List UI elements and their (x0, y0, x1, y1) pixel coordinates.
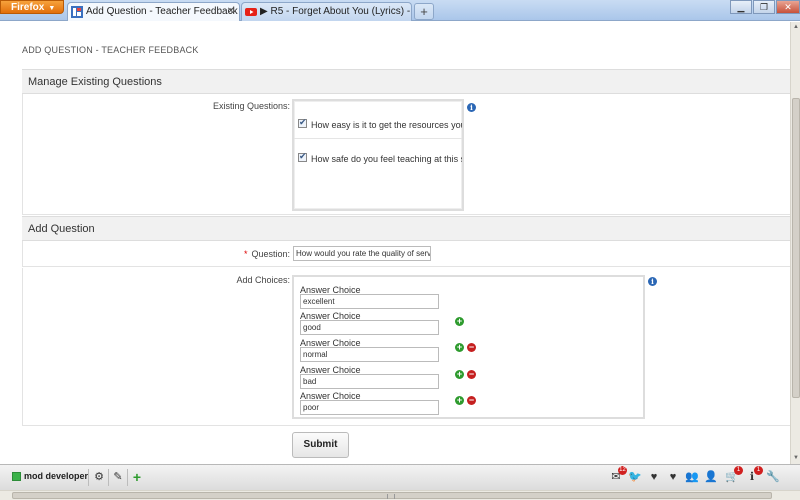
cart-icon[interactable]: 🛒 1 (725, 466, 743, 484)
answer-choice-input[interactable]: excellent (300, 294, 439, 309)
vertical-scroll-thumb[interactable] (792, 98, 800, 398)
toolbar-divider (88, 469, 89, 486)
question-checkbox[interactable] (298, 117, 307, 128)
horizontal-scrollbar[interactable] (0, 490, 800, 500)
new-tab-button[interactable]: + (414, 3, 434, 20)
cart-badge: 1 (734, 466, 743, 475)
page-title: ADD QUESTION - TEACHER FEEDBACK (22, 45, 199, 55)
toolbar-divider (108, 469, 109, 486)
edit-icon[interactable]: ✎ (111, 470, 125, 484)
chevron-down-icon: ▼ (48, 5, 56, 12)
twitter-icon[interactable]: 🐦 (628, 470, 642, 484)
user-icon[interactable]: 👤 (704, 470, 718, 484)
firefox-menu-button[interactable]: Firefox ▼ (0, 0, 64, 14)
horizontal-scroll-thumb[interactable] (12, 492, 772, 499)
plus-icon[interactable]: + (130, 470, 144, 484)
status-square-icon (12, 472, 21, 481)
messages-badge: 12 (618, 466, 627, 475)
heart-icon[interactable]: ♥ (647, 470, 661, 484)
page-viewport: ADD QUESTION - TEACHER FEEDBACK Manage E… (0, 22, 790, 464)
remove-choice-icon[interactable]: − (467, 396, 476, 405)
info-icon[interactable]: i (648, 277, 657, 286)
scroll-up-icon[interactable]: ▲ (792, 23, 800, 31)
youtube-favicon-icon (245, 8, 257, 16)
developer-module-label[interactable]: mod developer (24, 471, 88, 481)
add-choices-label: Add Choices: (236, 275, 290, 285)
tab-label: Add Question - Teacher Feedback (86, 6, 238, 17)
info-badge: 1 (754, 466, 763, 475)
existing-questions-list[interactable]: How easy is it to get the resources you … (292, 99, 464, 211)
submit-button[interactable]: Submit (292, 432, 349, 458)
scroll-down-icon[interactable]: ▼ (792, 454, 800, 462)
remove-choice-icon[interactable]: − (467, 370, 476, 379)
toolbar-divider (127, 469, 128, 486)
answer-choice-input[interactable]: bad (300, 374, 439, 389)
firefox-menu-label: Firefox (11, 2, 45, 13)
answer-choices-panel: Answer Choice excellent Answer Choice go… (292, 275, 645, 419)
vertical-scrollbar[interactable]: ▲ ▼ (790, 22, 800, 464)
question-label-text: Question: (251, 249, 290, 259)
developer-toolbar: mod developer ⚙ ✎ + ✉ 12 🐦 ♥ ♥ 👥 👤 🛒 1 ℹ1 … (0, 464, 800, 490)
list-item[interactable]: How easy is it to get the resources you … (294, 105, 462, 139)
gear-icon[interactable]: ⚙ (92, 470, 106, 484)
site-favicon-icon (71, 6, 83, 18)
group-icon[interactable]: 👥 (685, 470, 699, 484)
add-choice-icon[interactable]: + (455, 343, 464, 352)
question-text: How safe do you feel teaching at this sc… (311, 154, 462, 164)
add-choice-icon[interactable]: + (455, 317, 464, 326)
answer-choice-input[interactable]: poor (300, 400, 439, 415)
add-choice-icon[interactable]: + (455, 370, 464, 379)
minimize-window-button[interactable]: ▁ (730, 0, 752, 14)
mail-icon[interactable]: ✉ 12 (609, 466, 627, 484)
close-window-button[interactable]: ✕ (776, 0, 800, 14)
add-choice-icon[interactable]: + (455, 396, 464, 405)
question-text: How easy is it to get the resources you … (311, 120, 462, 130)
required-marker: * (243, 249, 248, 259)
close-tab-icon[interactable]: ✕ (227, 3, 235, 21)
answer-choice-input[interactable]: normal (300, 347, 439, 362)
info-icon[interactable]: i (467, 103, 476, 112)
restore-window-button[interactable]: ❐ (753, 0, 775, 14)
answer-choice-input[interactable]: good (300, 320, 439, 335)
tab-add-question[interactable]: Add Question - Teacher Feedback ✕ (67, 2, 240, 21)
scroll-grip (387, 494, 395, 499)
tab-youtube[interactable]: ▶ R5 - Forget About You (Lyrics) - Yo... (241, 2, 412, 21)
browser-titlebar: Firefox ▼ Add Question - Teacher Feedback… (0, 0, 800, 21)
remove-choice-icon[interactable]: − (467, 343, 476, 352)
list-item[interactable]: How safe do you feel teaching at this sc… (294, 139, 462, 173)
question-input[interactable]: How would you rate the quality of servic… (293, 246, 431, 261)
existing-questions-label: Existing Questions: (212, 101, 290, 111)
tab-label: ▶ R5 - Forget About You (Lyrics) - Yo... (260, 6, 411, 17)
add-question-header: Add Question (22, 216, 790, 241)
wrench-icon[interactable]: 🔧 (766, 470, 780, 484)
notification-info-icon[interactable]: ℹ1 (745, 466, 763, 484)
question-checkbox[interactable] (298, 151, 307, 162)
question-label: * Question: (244, 249, 290, 259)
manage-questions-header: Manage Existing Questions (22, 69, 790, 94)
heart-outline-icon[interactable]: ♥ (666, 470, 680, 484)
